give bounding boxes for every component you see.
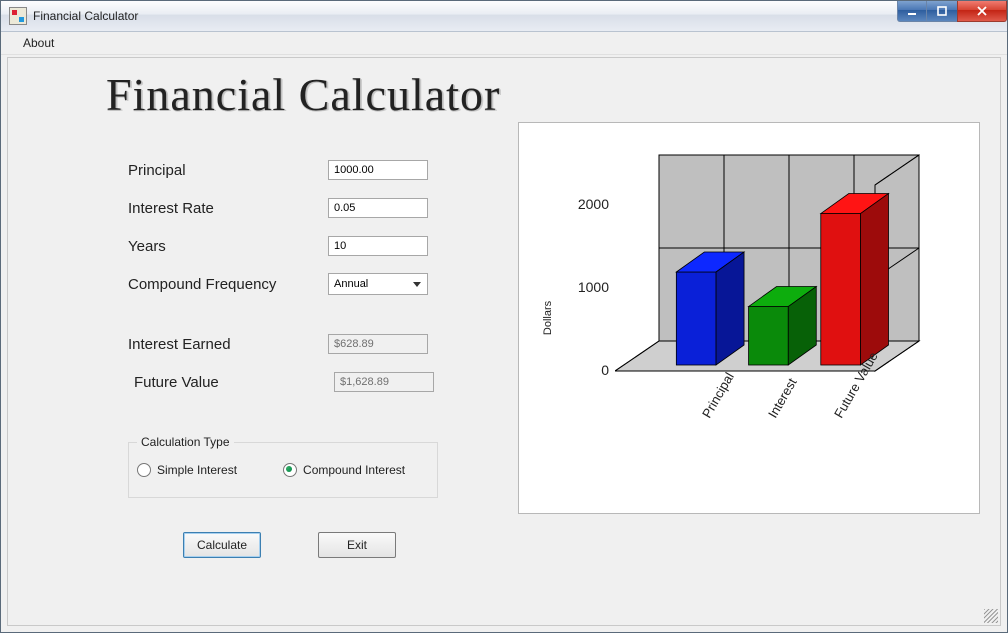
radio-simple-interest[interactable]: Simple Interest (137, 463, 237, 477)
radio-icon (283, 463, 297, 477)
label-rate: Interest Rate (128, 200, 328, 217)
radio-compound-interest[interactable]: Compound Interest (283, 463, 405, 477)
close-button[interactable] (957, 1, 1007, 22)
radio-icon (137, 463, 151, 477)
label-interest-earned: Interest Earned (128, 336, 328, 353)
exit-button[interactable]: Exit (318, 532, 396, 558)
ytick-0: 0 (601, 362, 609, 378)
chart-plot (615, 137, 963, 417)
principal-input[interactable] (328, 160, 428, 180)
client-area: Financial Calculator Principal Interest … (7, 57, 1001, 626)
radio-simple-label: Simple Interest (157, 463, 237, 477)
years-input[interactable] (328, 236, 428, 256)
chart-ylabel: Dollars (542, 301, 554, 335)
frequency-value: Annual (334, 278, 368, 290)
menubar: About (1, 32, 1007, 55)
label-freq: Compound Frequency (128, 276, 328, 293)
titlebar: Financial Calculator (1, 1, 1007, 32)
input-form: Principal Interest Rate Years Compound F… (128, 158, 458, 408)
rate-input[interactable] (328, 198, 428, 218)
maximize-button[interactable] (926, 1, 958, 22)
calculate-button[interactable]: Calculate (183, 532, 261, 558)
resize-grip[interactable] (984, 609, 998, 623)
label-years: Years (128, 238, 328, 255)
window-title: Financial Calculator (33, 9, 138, 23)
minimize-button[interactable] (897, 1, 927, 22)
group-title: Calculation Type (137, 435, 234, 449)
app-icon (9, 7, 27, 25)
page-title: Financial Calculator (106, 68, 500, 121)
future-value-output (334, 372, 434, 392)
label-future-value: Future Value (128, 374, 334, 391)
frequency-select[interactable]: Annual (328, 273, 428, 295)
ytick-1: 1000 (578, 279, 609, 295)
interest-earned-output (328, 334, 428, 354)
chart-panel: Dollars 0 1000 2000 Principal Interest F… (518, 122, 980, 514)
label-principal: Principal (128, 162, 328, 179)
ytick-2: 2000 (578, 196, 609, 212)
calculation-type-group: Calculation Type Simple Interest Compoun… (128, 442, 438, 498)
menu-about[interactable]: About (15, 34, 62, 52)
radio-compound-label: Compound Interest (303, 463, 405, 477)
